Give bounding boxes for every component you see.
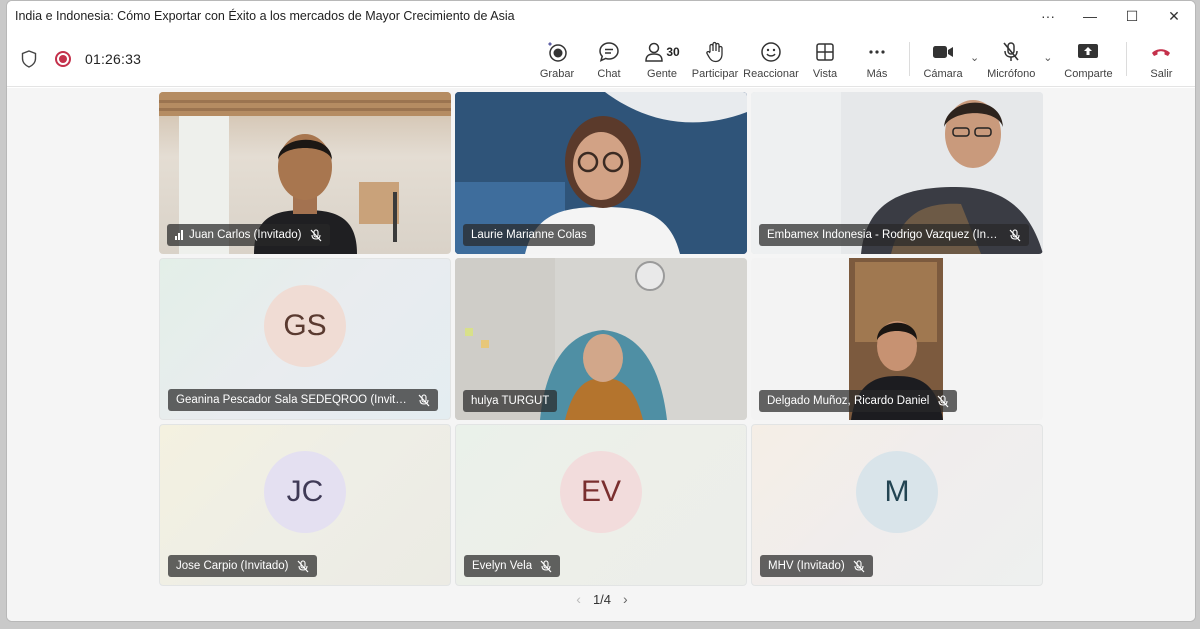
raise-hand-icon (706, 41, 723, 62)
muted-mic-icon (853, 559, 865, 573)
participant-nameplate: Jose Carpio (Invitado) (168, 555, 317, 577)
previous-page-chevron-icon[interactable]: ‹ (576, 591, 581, 607)
page-navigator: ‹ 1/4 › (7, 591, 1195, 607)
microphone-label: Micrófono (987, 67, 1036, 80)
participant-name: hulya TURGUT (471, 395, 550, 407)
more-button[interactable]: Más (851, 31, 903, 87)
meeting-timer: 01:26:33 (85, 50, 142, 67)
participant-tile[interactable]: EV Evelyn Vela (455, 424, 747, 586)
raise-hand-button[interactable]: Participar (687, 31, 743, 87)
participant-name: Laurie Marianne Colas (471, 229, 587, 241)
close-button[interactable]: ✕ (1153, 1, 1195, 31)
react-label: Reaccionar (743, 67, 799, 80)
participant-name: Delgado Muñoz, Ricardo Daniel (767, 395, 930, 407)
leave-label: Salir (1150, 67, 1173, 80)
camera-button[interactable]: Cámara (916, 31, 970, 87)
participant-tile[interactable]: Delgado Muñoz, Ricardo Daniel (751, 258, 1043, 420)
participant-nameplate: Laurie Marianne Colas (463, 224, 595, 246)
share-screen-icon (1078, 43, 1099, 58)
window-title: India e Indonesia: Cómo Exportar con Éxi… (15, 9, 515, 23)
participant-avatar: GS (264, 285, 346, 368)
camera-icon (933, 45, 953, 58)
toolbar-actions: Grabar Chat 30 Gente Participar Reaccion… (533, 31, 1189, 87)
page-indicator: 1/4 (592, 591, 612, 607)
participant-name: Evelyn Vela (472, 560, 533, 572)
toolbar-divider (909, 42, 910, 76)
recording-indicator-icon (55, 50, 71, 67)
shield-icon[interactable] (21, 49, 37, 68)
record-label: Grabar (539, 67, 575, 80)
muted-mic-icon (297, 559, 309, 573)
participant-name: MHV (Invitado) (768, 560, 845, 572)
participant-nameplate: MHV (Invitado) (760, 555, 873, 577)
people-button[interactable]: 30 Gente (637, 31, 687, 87)
participant-tile[interactable]: Embamex Indonesia - Rodrigo Vazquez (Inv… (751, 92, 1043, 254)
teams-window: India e Indonesia: Cómo Exportar con Éxi… (6, 0, 1196, 622)
view-label: Vista (812, 67, 838, 80)
signal-strength-icon (175, 230, 183, 240)
participant-nameplate: Juan Carlos (Invitado) (167, 224, 330, 246)
share-button[interactable]: Comparte (1056, 31, 1120, 87)
leave-button[interactable]: Salir (1133, 31, 1189, 87)
minimize-button[interactable]: — (1069, 1, 1111, 31)
people-count: 30 (666, 44, 680, 59)
microphone-chevron-down-icon[interactable]: ⌄ (1043, 51, 1052, 64)
mic-off-icon (1003, 41, 1019, 61)
participant-tile-active-speaker[interactable]: Laurie Marianne Colas (455, 92, 747, 254)
toolbar-divider-2 (1126, 42, 1128, 76)
muted-mic-icon (937, 394, 949, 408)
share-label: Comparte (1064, 67, 1113, 80)
participant-nameplate: Evelyn Vela (464, 555, 561, 577)
meeting-status: 01:26:33 (7, 31, 141, 86)
view-button[interactable]: Vista (799, 31, 851, 87)
participant-tile[interactable]: M MHV (Invitado) (751, 424, 1043, 586)
hang-up-icon (1152, 48, 1171, 56)
more-label: Más (866, 67, 888, 80)
record-button[interactable]: Grabar (533, 31, 581, 87)
participant-name: Embamex Indonesia - Rodrigo Vazquez (Inv… (767, 229, 1001, 241)
participant-avatar: M (856, 451, 938, 534)
participant-tile[interactable]: GS Geanina Pescador Sala SEDEQROO (Invit… (159, 258, 451, 420)
window-controls: ··· — ☐ ✕ (1027, 1, 1195, 31)
participant-tile[interactable]: JC Jose Carpio (Invitado) (159, 424, 451, 586)
grid-view-icon (816, 42, 834, 61)
ellipsis-icon (869, 49, 885, 54)
smiley-icon (761, 41, 781, 62)
participant-avatar: JC (264, 451, 346, 534)
chat-button[interactable]: Chat (581, 31, 637, 87)
chat-icon (599, 41, 619, 62)
participant-name: Juan Carlos (Invitado) (189, 229, 302, 241)
raise-hand-label: Participar (691, 67, 739, 80)
muted-mic-icon (310, 228, 322, 242)
maximize-button[interactable]: ☐ (1111, 1, 1153, 31)
meeting-toolbar: 01:26:33 Grabar Chat 30 Gente Participar… (7, 31, 1195, 87)
more-options-icon[interactable]: ··· (1027, 1, 1069, 31)
record-icon (548, 41, 567, 62)
participant-name: Geanina Pescador Sala SEDEQROO (Invitado… (176, 394, 410, 406)
participant-tile[interactable]: hulya TURGUT (455, 258, 747, 420)
react-button[interactable]: Reaccionar (743, 31, 799, 87)
participant-nameplate: Embamex Indonesia - Rodrigo Vazquez (Inv… (759, 224, 1029, 246)
participant-tile[interactable]: Juan Carlos (Invitado) (159, 92, 451, 254)
camera-chevron-down-icon[interactable]: ⌄ (970, 51, 979, 64)
participant-nameplate: Delgado Muñoz, Ricardo Daniel (759, 390, 958, 412)
participant-avatar: EV (560, 451, 642, 534)
muted-mic-icon (418, 393, 430, 407)
muted-mic-icon (1009, 228, 1021, 242)
microphone-button[interactable]: Micrófono (979, 31, 1043, 87)
participant-nameplate: hulya TURGUT (463, 390, 558, 412)
people-label: Gente (647, 67, 677, 80)
participant-nameplate: Geanina Pescador Sala SEDEQROO (Invitado… (168, 389, 438, 411)
chat-label: Chat (597, 67, 621, 80)
participant-name: Jose Carpio (Invitado) (176, 560, 289, 572)
next-page-chevron-icon[interactable]: › (623, 591, 628, 607)
video-stage: Juan Carlos (Invitado) Laurie Marianne C (7, 88, 1195, 621)
muted-mic-icon (540, 559, 552, 573)
camera-label: Cámara (923, 67, 963, 80)
people-icon (645, 42, 664, 62)
title-bar: India e Indonesia: Cómo Exportar con Éxi… (7, 1, 1195, 31)
